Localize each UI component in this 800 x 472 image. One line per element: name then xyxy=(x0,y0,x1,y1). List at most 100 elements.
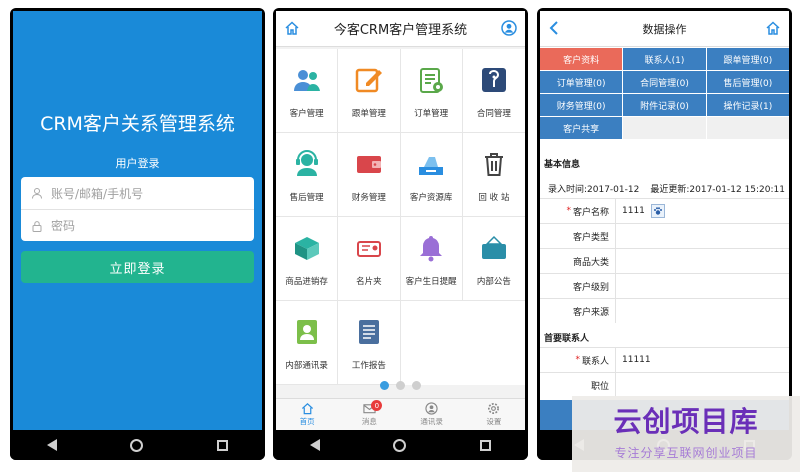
empty-tab-slot xyxy=(623,117,706,139)
paw-icon[interactable] xyxy=(650,204,665,218)
created-time: 录入时间:2017-01-12 xyxy=(548,185,640,195)
notice-icon xyxy=(477,231,511,265)
module-resource[interactable]: 客户资源库 xyxy=(400,133,463,217)
module-grid: 客户管理 跟单管理 订单管理 合同管理 售后管理 财务管理 客户资源库 回 收 … xyxy=(276,49,525,385)
data-ops-phone: 数据操作 客户资料 联系人(1) 跟单管理(0) 订单管理(0) 合同管理(0)… xyxy=(537,8,792,460)
tab-label: 首页 xyxy=(299,417,315,426)
field-customer-level[interactable]: 客户级别 xyxy=(540,273,789,298)
empty-cell xyxy=(401,301,463,385)
module-finance[interactable]: 财务管理 xyxy=(338,133,401,217)
login-button[interactable]: 立即登录 xyxy=(21,251,254,283)
module-report[interactable]: 工作报告 xyxy=(338,301,401,385)
user-icon xyxy=(425,402,438,415)
tab-label: 通讯录 xyxy=(420,417,443,426)
login-screen: CRM客户关系管理系统 用户登录 账号/邮箱/手机号 密码 立即登录 xyxy=(13,11,262,430)
module-label: 内部公告 xyxy=(476,276,511,287)
module-contacts[interactable]: 内部通讯录 xyxy=(276,301,339,385)
page-dot[interactable] xyxy=(396,381,405,390)
bottom-tabbar: 首页 0 消息 通讯录 设置 xyxy=(276,398,525,430)
empty-tab-slot xyxy=(706,117,789,139)
tab-operation-log[interactable]: 操作记录(1) xyxy=(706,94,789,116)
nav-home-icon[interactable] xyxy=(393,438,407,452)
module-customer[interactable]: 客户管理 xyxy=(276,49,339,133)
module-birthday[interactable]: 客户生日提醒 xyxy=(400,217,463,301)
nav-recent-icon[interactable] xyxy=(217,439,229,451)
module-label: 客户生日提醒 xyxy=(405,276,457,287)
module-order[interactable]: 订单管理 xyxy=(400,49,463,133)
updated-time: 最近更新:2017-01-12 15:20:11 xyxy=(650,185,785,195)
module-followup[interactable]: 跟单管理 xyxy=(338,49,401,133)
module-label: 内部通讯录 xyxy=(285,360,328,371)
report-icon xyxy=(352,315,386,349)
service-icon xyxy=(290,147,324,181)
tab-orders[interactable]: 订单管理(0) xyxy=(540,71,623,93)
empty-cell xyxy=(463,301,525,385)
module-label: 合同管理 xyxy=(476,108,511,119)
nav-home-icon[interactable] xyxy=(130,438,144,452)
field-customer-name[interactable]: * 客户名称 1111 xyxy=(540,198,789,223)
watermark-title: 云创项目库 xyxy=(613,405,759,438)
page-dot[interactable] xyxy=(412,381,421,390)
page-dot[interactable] xyxy=(380,381,389,390)
field-customer-source[interactable]: 客户来源 xyxy=(540,298,789,323)
tab-customer-share[interactable]: 客户共享 xyxy=(540,117,623,139)
data-ops-screen: 数据操作 客户资料 联系人(1) 跟单管理(0) 订单管理(0) 合同管理(0)… xyxy=(540,11,789,430)
data-ops-title: 数据操作 xyxy=(642,22,687,36)
box-icon xyxy=(290,231,324,265)
contract-icon xyxy=(477,63,511,97)
tab-customer-info[interactable]: 客户资料 xyxy=(540,48,623,70)
field-position[interactable]: 职位 xyxy=(540,372,789,397)
data-ops-header: 数据操作 xyxy=(540,11,789,47)
home-icon[interactable] xyxy=(765,20,781,39)
tab-service[interactable]: 售后管理(0) xyxy=(706,71,789,93)
module-label: 客户管理 xyxy=(289,108,324,119)
module-recycle[interactable]: 回 收 站 xyxy=(462,133,525,217)
field-label: 职位 xyxy=(540,373,616,397)
field-customer-type[interactable]: 客户类型 xyxy=(540,223,789,248)
module-service[interactable]: 售后管理 xyxy=(276,133,339,217)
customer-icon xyxy=(290,63,324,97)
tab-label: 消息 xyxy=(361,417,377,426)
record-times: 录入时间:2017-01-12 最近更新:2017-01-12 15:20:11 xyxy=(548,182,785,195)
tab-settings[interactable]: 设置 xyxy=(463,399,525,430)
watermark-subtitle: 专注分享互联网创业项目 xyxy=(614,446,758,460)
order-icon xyxy=(414,63,448,97)
tab-attachments[interactable]: 附件记录(0) xyxy=(623,94,706,116)
tab-messages[interactable]: 0 消息 xyxy=(338,399,400,430)
module-label: 订单管理 xyxy=(414,108,449,119)
dashboard-title: 今客CRM客户管理系统 xyxy=(333,23,468,38)
tab-home[interactable]: 首页 xyxy=(276,399,338,430)
nav-back-icon[interactable] xyxy=(309,439,320,451)
message-badge: 0 xyxy=(371,400,383,411)
field-label: 客户类型 xyxy=(540,224,616,248)
edit-icon xyxy=(352,63,386,97)
module-label: 工作报告 xyxy=(351,360,386,371)
field-value: 1111 xyxy=(616,204,665,218)
module-inventory[interactable]: 商品进销存 xyxy=(276,217,339,301)
tab-contracts[interactable]: 合同管理(0) xyxy=(623,71,706,93)
android-navbar xyxy=(10,430,265,460)
password-input[interactable]: 密码 xyxy=(21,209,254,241)
back-arrow-icon[interactable] xyxy=(549,21,559,38)
field-value: 11111 xyxy=(622,355,651,365)
tab-contacts[interactable]: 通讯录 xyxy=(401,399,463,430)
field-product-category[interactable]: 商品大类 xyxy=(540,248,789,273)
module-label: 客户资源库 xyxy=(409,192,453,203)
page-indicator xyxy=(276,381,525,390)
user-icon[interactable] xyxy=(501,20,517,40)
bell-icon xyxy=(414,231,448,265)
module-cards[interactable]: 名片夹 xyxy=(338,217,401,301)
required-mark: * xyxy=(566,206,571,216)
module-contract[interactable]: 合同管理 xyxy=(462,49,525,133)
tab-followup[interactable]: 跟单管理(0) xyxy=(706,48,789,70)
nav-back-icon[interactable] xyxy=(46,439,57,451)
tab-contacts[interactable]: 联系人(1) xyxy=(623,48,706,70)
basic-info-heading: 基本信息 xyxy=(544,160,581,170)
home-icon[interactable] xyxy=(284,20,300,40)
tab-finance[interactable]: 财务管理(0) xyxy=(540,94,623,116)
field-contact-name[interactable]: * 联系人 11111 xyxy=(540,347,789,372)
account-input[interactable]: 账号/邮箱/手机号 xyxy=(21,177,254,209)
dashboard-phone: 今客CRM客户管理系统 客户管理 跟单管理 订单管理 合同管理 售后管理 财务管… xyxy=(273,8,528,460)
nav-recent-icon[interactable] xyxy=(480,439,492,451)
module-notice[interactable]: 内部公告 xyxy=(462,217,525,301)
